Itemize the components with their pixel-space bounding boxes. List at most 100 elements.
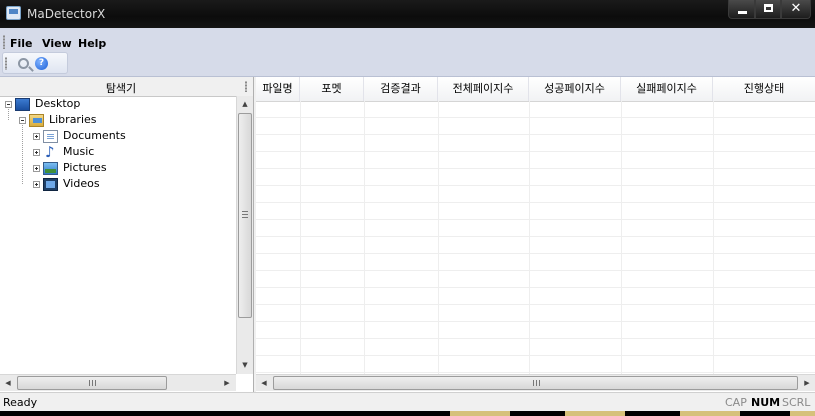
- grid-row-line: [256, 236, 815, 237]
- scroll-right-icon[interactable]: ▶: [219, 375, 235, 391]
- grid-row-line: [256, 202, 815, 203]
- num-indicator: NUM: [751, 396, 781, 409]
- title-bar[interactable]: MaDetectorX ✕: [0, 0, 815, 29]
- collapse-icon[interactable]: [19, 117, 26, 124]
- tree-item-documents[interactable]: Documents: [32, 129, 232, 145]
- minimize-button[interactable]: [728, 0, 755, 19]
- videos-icon: [43, 178, 58, 191]
- pane-grip-icon[interactable]: [245, 81, 247, 92]
- scroll-right-icon[interactable]: ▶: [799, 375, 815, 391]
- tree-item-libraries[interactable]: Libraries: [18, 113, 218, 129]
- expand-icon[interactable]: [33, 133, 40, 140]
- desktop-icon: [15, 98, 30, 111]
- scroll-down-icon[interactable]: ▼: [237, 357, 253, 373]
- tree-line: [22, 125, 23, 185]
- caps-indicator: CAP: [725, 396, 747, 409]
- pictures-icon: [43, 162, 58, 175]
- grid-row-line: [256, 372, 815, 373]
- menu-bar: File View Help: [0, 28, 815, 50]
- tree-item-desktop[interactable]: Desktop: [4, 97, 204, 113]
- explorer-vertical-scrollbar[interactable]: ▲ ▼: [236, 96, 253, 374]
- explorer-hscroll-thumb[interactable]: [17, 376, 167, 390]
- documents-icon: [43, 130, 58, 143]
- taskbar-stripe: [565, 411, 625, 416]
- column-header-format[interactable]: 포멧: [300, 77, 364, 101]
- column-header-failed-pages[interactable]: 실패페이지수: [621, 77, 713, 101]
- column-header-total-pages[interactable]: 전체페이지수: [438, 77, 529, 101]
- menu-file[interactable]: File: [10, 37, 33, 50]
- column-header-progress[interactable]: 진행상태: [713, 77, 815, 101]
- grid-row-line: [256, 253, 815, 254]
- grid-row-line: [256, 355, 815, 356]
- grid-column-line: [364, 101, 365, 375]
- grid-row-line: [256, 338, 815, 339]
- tree-item-label: Documents: [63, 129, 126, 142]
- grid-hscroll-thumb[interactable]: [273, 376, 798, 390]
- window-title: MaDetectorX: [27, 7, 106, 21]
- scroll-up-icon[interactable]: ▲: [237, 96, 253, 112]
- tree-item-label: Pictures: [63, 161, 107, 174]
- expand-icon[interactable]: [33, 165, 40, 172]
- app-icon[interactable]: [6, 6, 21, 20]
- grid-row-line: [256, 117, 815, 118]
- taskbar-stripe: [790, 411, 815, 416]
- scroll-left-icon[interactable]: ◀: [256, 375, 272, 391]
- grid-row-line: [256, 287, 815, 288]
- grid-body[interactable]: [256, 101, 815, 375]
- menu-help[interactable]: Help: [78, 37, 106, 50]
- grid-column-line: [621, 101, 622, 375]
- column-header-filename[interactable]: 파일명: [256, 77, 300, 101]
- menu-grip[interactable]: [3, 35, 5, 49]
- toolbar: ?: [0, 50, 815, 77]
- grid-row-line: [256, 219, 815, 220]
- toolbar-strip: ?: [2, 52, 68, 74]
- column-header-result[interactable]: 검증결과: [364, 77, 438, 101]
- close-button[interactable]: ✕: [781, 0, 811, 19]
- status-bar: Ready CAP NUM SCRL: [0, 392, 815, 411]
- grip-icon: [533, 380, 540, 386]
- expand-icon[interactable]: [33, 181, 40, 188]
- grid-column-line: [300, 101, 301, 375]
- close-icon: ✕: [790, 1, 802, 16]
- minimize-icon: [738, 11, 747, 14]
- help-icon[interactable]: ?: [35, 57, 48, 70]
- maximize-button[interactable]: [755, 0, 781, 19]
- libraries-icon: [29, 114, 44, 127]
- tree-item-music[interactable]: Music: [32, 143, 232, 161]
- tree-item-videos[interactable]: Videos: [32, 177, 232, 193]
- results-grid: 파일명 포멧 검증결과 전체페이지수 성공페이지수 실패페이지수 진행상태 ◀ …: [256, 77, 815, 392]
- grid-row-line: [256, 168, 815, 169]
- grid-row-line: [256, 304, 815, 305]
- explorer-pane: 탐색기 Desktop Libraries Documents ♪ Music …: [0, 77, 254, 392]
- music-icon: [43, 143, 58, 161]
- scroll-left-icon[interactable]: ◀: [0, 375, 16, 391]
- grid-column-line: [713, 101, 714, 375]
- grid-header: 파일명 포멧 검증결과 전체페이지수 성공페이지수 실패페이지수 진행상태: [256, 77, 815, 102]
- grid-horizontal-scrollbar[interactable]: ◀ ▶: [256, 374, 815, 391]
- grid-row-line: [256, 185, 815, 186]
- grid-row-line: [256, 151, 815, 152]
- grip-icon: [242, 211, 248, 218]
- expand-icon[interactable]: [33, 149, 40, 156]
- grid-column-line: [529, 101, 530, 375]
- collapse-icon[interactable]: [5, 101, 12, 108]
- tree-item-label: Desktop: [35, 97, 81, 110]
- toolbar-grip[interactable]: [5, 57, 7, 70]
- grid-row-line: [256, 321, 815, 322]
- scroll-lock-indicator: SCRL: [782, 396, 811, 409]
- tree-item-label: Videos: [63, 177, 100, 190]
- tree-item-pictures[interactable]: Pictures: [32, 161, 232, 177]
- taskbar-stripe: [450, 411, 510, 416]
- taskbar-stripe: [680, 411, 740, 416]
- search-icon[interactable]: [18, 58, 29, 69]
- folder-tree: Desktop Libraries Documents Music Pictur: [0, 96, 236, 374]
- grid-row-line: [256, 134, 815, 135]
- explorer-header: 탐색기: [0, 77, 253, 97]
- explorer-vscroll-thumb[interactable]: [238, 113, 252, 318]
- grid-column-line: [438, 101, 439, 375]
- menu-view[interactable]: View: [42, 37, 72, 50]
- explorer-horizontal-scrollbar[interactable]: ◀ ▶: [0, 374, 236, 391]
- grid-row-line: [256, 270, 815, 271]
- column-header-success-pages[interactable]: 성공페이지수: [529, 77, 621, 101]
- tree-item-label: Libraries: [49, 113, 97, 126]
